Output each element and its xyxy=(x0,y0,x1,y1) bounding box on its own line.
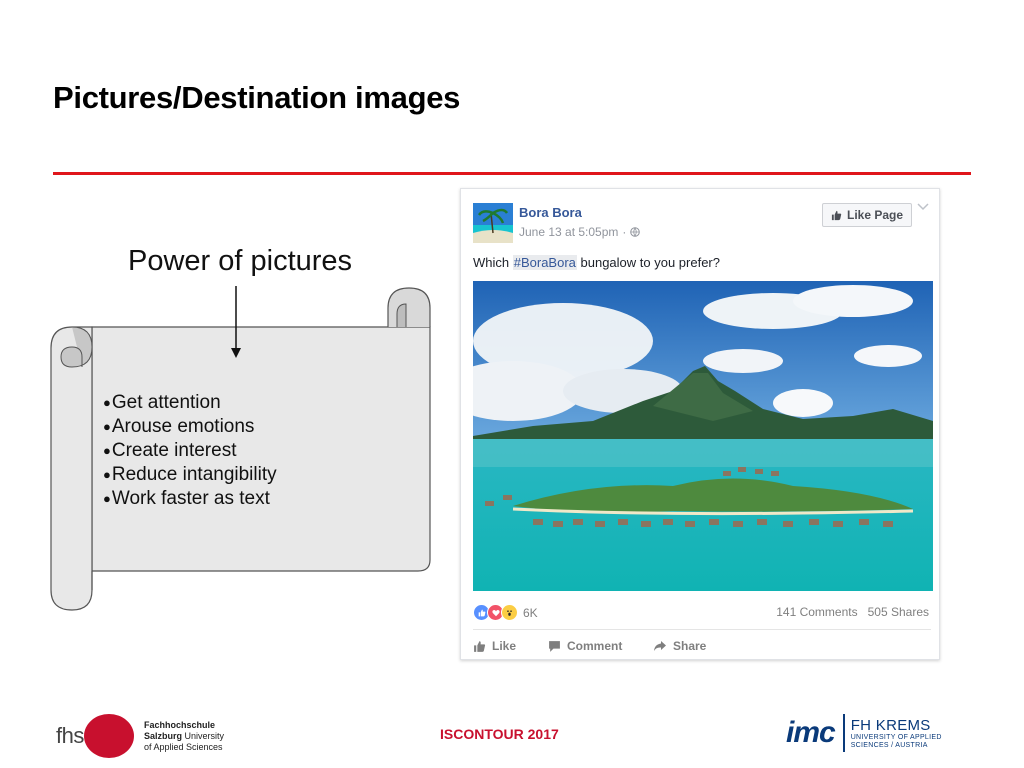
fh-krems-text: FH KREMS UNIVERSITY OF APPLIED SCIENCES … xyxy=(850,716,942,749)
share-icon xyxy=(654,641,666,651)
share-button[interactable]: Share xyxy=(653,636,733,656)
shares-count-link[interactable]: 505 Shares xyxy=(868,605,929,619)
post-meta: June 13 at 5:05pm · xyxy=(519,225,641,239)
comment-icon xyxy=(549,640,560,652)
post-timestamp[interactable]: June 13 at 5:05pm xyxy=(519,225,618,239)
conference-name: ISCONTOUR 2017 xyxy=(440,726,559,742)
fhs-logo-text: Fachhochschule Salzburg University of Ap… xyxy=(144,719,225,752)
fhs-logo: fhs Fachhochschule Salzburg University o… xyxy=(56,714,224,758)
list-item: ● Create interest xyxy=(103,440,237,461)
down-arrow xyxy=(231,286,241,358)
wow-icon xyxy=(501,604,518,621)
post-text: Which #BoraBora bungalow to you prefer? xyxy=(473,255,720,270)
thumbs-up-icon xyxy=(474,640,486,652)
title-divider xyxy=(53,172,971,175)
like-button[interactable]: Like xyxy=(473,636,548,656)
comment-button[interactable]: Comment xyxy=(548,636,653,656)
benefits-list: ● Get attention ● Arouse emotions ● Create … xyxy=(103,391,277,511)
hashtag-link[interactable]: #BoraBora xyxy=(512,255,577,270)
post-actions: Like Comment Share xyxy=(473,636,733,656)
post-photo[interactable] xyxy=(473,281,933,591)
fh-krems-logo: imc FH KREMS UNIVERSITY OF APPLIED SCIEN… xyxy=(786,714,942,752)
page-avatar[interactable] xyxy=(473,203,513,243)
imc-logo: imc xyxy=(786,716,836,749)
reaction-summary[interactable]: 6K xyxy=(473,604,538,621)
list-item: ● Reduce intangibility xyxy=(103,464,277,485)
reaction-count: 6K xyxy=(523,605,538,620)
power-of-pictures-label: Power of pictures xyxy=(128,245,353,277)
page-name-link[interactable]: Bora Bora xyxy=(519,205,582,220)
engagement-stats: 141 Comments 505 Shares xyxy=(776,605,929,619)
logo-divider xyxy=(842,714,845,752)
slide-title: Pictures/Destination images xyxy=(53,80,461,115)
like-page-button[interactable]: Like Page xyxy=(822,203,913,227)
list-item: ● Get attention xyxy=(103,392,221,413)
comments-count-link[interactable]: 141 Comments xyxy=(776,605,857,619)
thumbs-up-icon xyxy=(831,210,842,220)
globe-icon xyxy=(630,227,641,237)
facebook-post: Bora Bora June 13 at 5:05pm · Like Page … xyxy=(460,188,940,660)
list-item: ● Arouse emotions xyxy=(103,416,255,437)
fhs-logo-mark xyxy=(84,714,134,758)
action-divider xyxy=(473,629,931,630)
list-item: ● Work faster as text xyxy=(103,488,270,509)
chevron-down-icon[interactable] xyxy=(917,203,929,211)
